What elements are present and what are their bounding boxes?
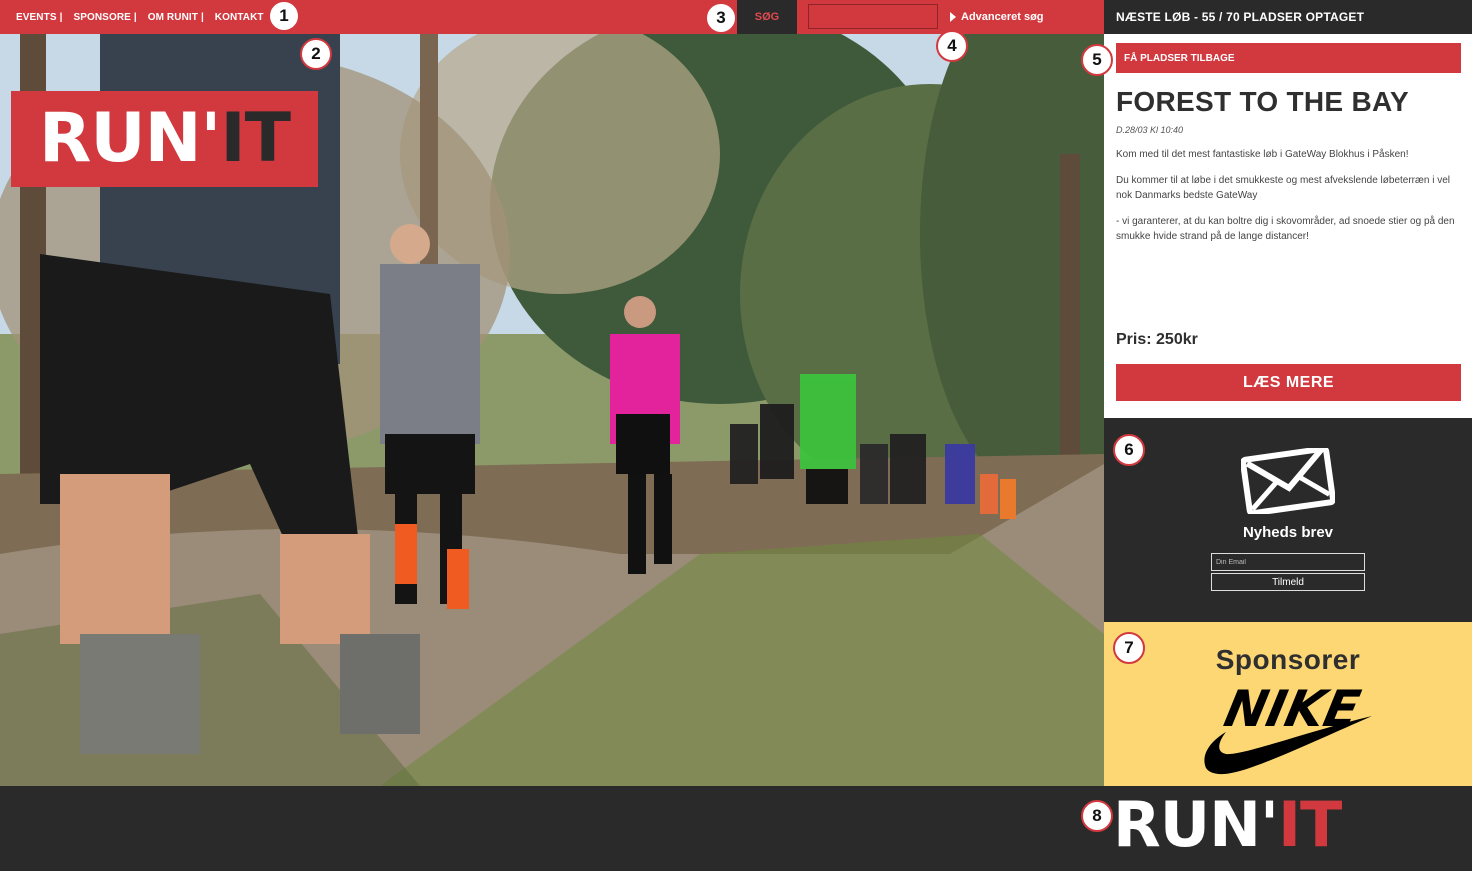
nav-item-om-runit[interactable]: OM RUNIT <box>148 12 198 23</box>
footer-logo[interactable]: RUN'IT <box>1113 794 1342 856</box>
next-race-header: NÆSTE LØB - 55 / 70 PLADSER OPTAGET <box>1104 0 1472 34</box>
newsletter-title: Nyheds brev <box>1242 524 1334 541</box>
annotation-marker-1: 1 <box>268 0 300 32</box>
nike-wordmark: NIKE <box>1219 682 1365 738</box>
search-button[interactable]: SØG <box>737 0 797 34</box>
newsletter-box: Nyheds brev Tilmeld <box>1104 418 1472 622</box>
logo-text-run: RUN' <box>39 99 221 178</box>
event-paragraph: Du kommer til at løbe i det smukkeste og… <box>1116 175 1451 201</box>
advanced-search-link[interactable]: Advanceret søg <box>950 0 1044 34</box>
logo-text-it: IT <box>220 99 291 178</box>
event-paragraph: Kom med til det mest fantastiske løb i G… <box>1116 149 1409 160</box>
newsletter-email-input[interactable] <box>1211 553 1365 571</box>
event-date: D.28/03 Kl 10:40 <box>1116 125 1184 135</box>
event-card: FÅ PLADSER TILBAGE FOREST TO THE BAY D.2… <box>1104 34 1472 418</box>
nav-separator: | <box>133 11 137 23</box>
footer: RUN'IT <box>0 786 1472 871</box>
sponsor-title: Sponsorer <box>1215 644 1361 675</box>
nike-logo[interactable]: NIKE <box>1202 682 1374 776</box>
nav-item-events[interactable]: EVENTS <box>16 12 57 23</box>
footer-logo-it: IT <box>1277 788 1342 861</box>
availability-badge: FÅ PLADSER TILBAGE <box>1116 43 1461 73</box>
event-description: Kom med til det mest fantastiske løb i G… <box>1116 147 1456 255</box>
nav-separator: | <box>59 11 63 23</box>
sponsor-box: Sponsorer NIKE <box>1104 622 1472 786</box>
hero-logo[interactable]: RUN' IT <box>11 91 318 187</box>
event-price: Pris: 250kr <box>1116 331 1198 348</box>
envelope-icon <box>1241 448 1335 514</box>
annotation-marker-5: 5 <box>1081 44 1113 76</box>
top-bar: EVENTS | SPONSORE | OM RUNIT | KONTAKT S… <box>0 0 1104 34</box>
nav-separator: | <box>200 11 204 23</box>
annotation-marker-6: 6 <box>1113 434 1145 466</box>
annotation-marker-7: 7 <box>1113 632 1145 664</box>
page: EVENTS | SPONSORE | OM RUNIT | KONTAKT S… <box>0 0 1472 871</box>
newsletter-submit-button[interactable]: Tilmeld <box>1211 573 1365 591</box>
annotation-marker-8: 8 <box>1081 800 1113 832</box>
event-paragraph: - vi garanterer, at du kan boltre dig i … <box>1116 216 1455 242</box>
nav-item-sponsore[interactable]: SPONSORE <box>73 12 130 23</box>
annotation-marker-2: 2 <box>300 38 332 70</box>
nav-item-kontakt[interactable]: KONTAKT <box>215 12 264 23</box>
main-nav: EVENTS | SPONSORE | OM RUNIT | KONTAKT <box>16 0 264 34</box>
advanced-search-label: Advanceret søg <box>961 11 1044 23</box>
read-more-button[interactable]: LÆS MERE <box>1116 364 1461 401</box>
annotation-marker-4: 4 <box>936 30 968 62</box>
triangle-right-icon <box>950 12 956 22</box>
annotation-marker-3: 3 <box>705 2 737 34</box>
search-input[interactable] <box>808 4 938 29</box>
footer-logo-run: RUN' <box>1113 788 1279 861</box>
hero-image: RUN' IT <box>0 34 1104 786</box>
event-title: FOREST TO THE BAY <box>1116 86 1409 117</box>
